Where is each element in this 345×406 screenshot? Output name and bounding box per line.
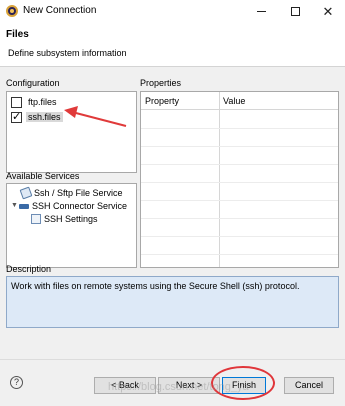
maximize-icon <box>290 7 300 16</box>
watermark: https://blog.csdn.net/tong_ya <box>108 381 249 393</box>
table-row <box>141 164 338 165</box>
properties-label: Properties <box>140 78 182 88</box>
config-item-label: ssh.files <box>26 112 63 122</box>
column-divider <box>219 92 220 267</box>
table-row <box>141 218 338 219</box>
table-row <box>141 128 338 129</box>
maximize-button[interactable] <box>278 0 312 23</box>
close-icon: ✕ <box>322 4 334 19</box>
chevron-down-icon[interactable]: ▼ <box>11 202 19 209</box>
window-title: New Connection <box>23 5 97 16</box>
configuration-label: Configuration <box>6 78 60 88</box>
table-row <box>141 182 338 183</box>
eclipse-icon <box>6 5 18 17</box>
configuration-list[interactable]: ftp.files ssh.files <box>6 91 137 173</box>
service-item-sftp[interactable]: Ssh / Sftp File Service <box>19 186 123 199</box>
config-item-ftp[interactable]: ftp.files <box>11 95 59 109</box>
value-column-header[interactable]: Value <box>223 96 245 106</box>
ssh-checkbox[interactable] <box>11 110 22 123</box>
footer-separator <box>0 359 345 360</box>
table-row <box>141 254 338 255</box>
wizard-content: Configuration ftp.files ssh.files Proper… <box>0 67 345 406</box>
property-column-header[interactable]: Property <box>145 96 179 106</box>
properties-header: Property Value <box>141 92 338 110</box>
config-item-label: ftp.files <box>28 97 57 107</box>
wizard-header: Files Define subsystem information <box>0 23 345 67</box>
minimize-button[interactable] <box>244 0 278 23</box>
page-description: Define subsystem information <box>8 48 127 58</box>
minimize-icon <box>256 11 266 12</box>
service-label: SSH Connector Service <box>32 200 128 211</box>
table-row <box>141 200 338 201</box>
connector-icon <box>19 203 29 209</box>
services-label: Available Services <box>6 171 80 181</box>
services-tree[interactable]: Ssh / Sftp File Service ▼ SSH Connector … <box>6 183 137 268</box>
description-label: Description <box>6 264 52 274</box>
service-label: Ssh / Sftp File Service <box>34 187 123 198</box>
title-bar: New Connection ✕ <box>0 0 345 23</box>
cancel-button[interactable]: Cancel <box>284 377 334 394</box>
page-title: Files <box>6 29 29 40</box>
close-button[interactable]: ✕ <box>311 0 345 23</box>
file-service-icon <box>19 186 33 199</box>
table-row <box>141 236 338 237</box>
properties-table[interactable]: Property Value <box>140 91 339 268</box>
service-label: SSH Settings <box>44 213 98 224</box>
help-icon[interactable]: ? <box>10 376 23 389</box>
config-item-ssh[interactable]: ssh.files <box>11 110 63 124</box>
service-item-connector[interactable]: ▼ SSH Connector Service <box>11 199 127 212</box>
service-item-settings[interactable]: SSH Settings <box>31 212 98 225</box>
table-row <box>141 146 338 147</box>
description-text: Work with files on remote systems using … <box>6 276 339 328</box>
ftp-checkbox[interactable] <box>11 96 22 108</box>
settings-icon <box>31 213 41 224</box>
